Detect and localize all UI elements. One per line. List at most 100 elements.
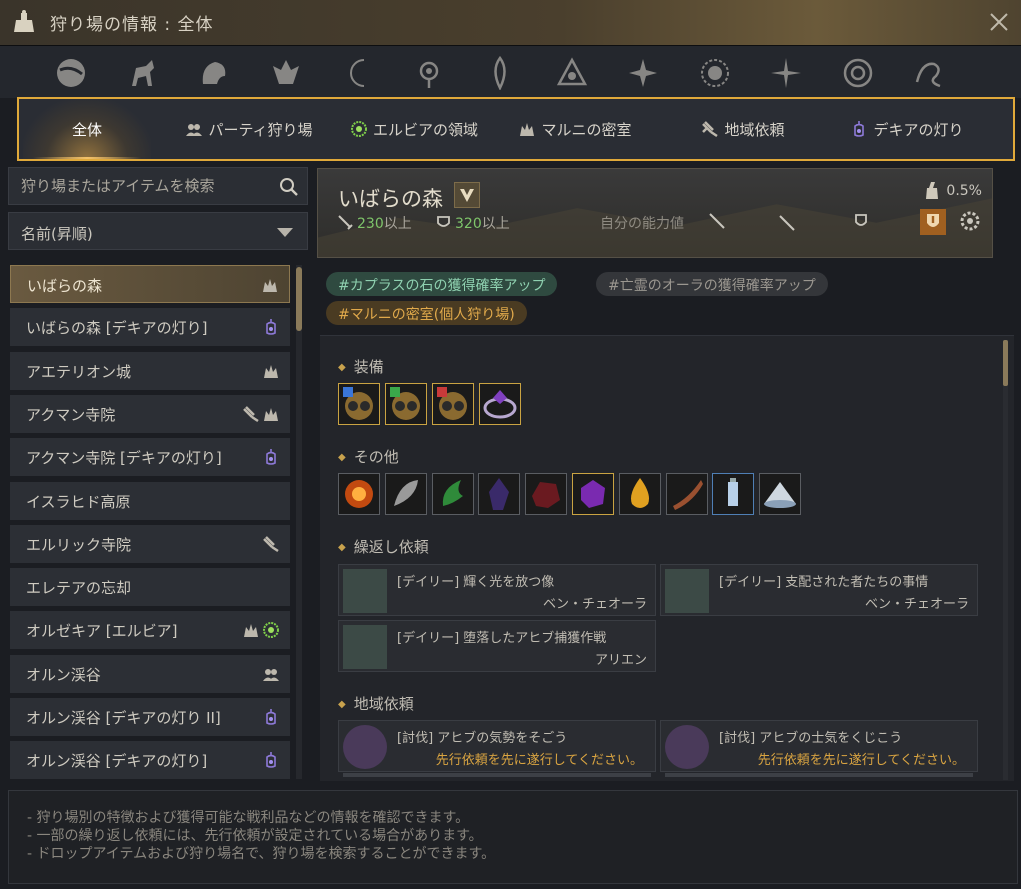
quest-title: [討伐] アヒブの気勢をそごう (397, 731, 568, 746)
sun-icon[interactable] (698, 56, 732, 90)
purple-ring-icon[interactable] (479, 383, 521, 425)
item-type-icons (242, 621, 280, 639)
eagle-crest-icon[interactable] (269, 56, 303, 90)
silver-feather-icon (393, 480, 418, 506)
warning-shield-icon[interactable] (920, 209, 946, 235)
pouch-icon (14, 10, 34, 32)
shield-icon (855, 214, 867, 226)
close-icon[interactable] (987, 10, 1011, 34)
hunting-ground-item[interactable]: オルゼキア [エルビア] (10, 611, 290, 650)
quest-scene-thumbnail (665, 569, 709, 613)
tab-party-hunting[interactable]: パーティ狩り場 (169, 99, 329, 159)
hunting-ground-item-label: イスラヒド高原 (26, 492, 131, 511)
bronze-horn-icon[interactable] (665, 473, 708, 515)
green-claw-icon[interactable] (431, 473, 474, 515)
hunting-ground-item-label: オルン渓谷 (26, 665, 101, 684)
horse-icon[interactable] (126, 56, 160, 90)
compass-star-icon[interactable] (769, 56, 803, 90)
quest-npc: アリエン (594, 653, 647, 668)
marni-icon (264, 364, 278, 378)
lamp-icon (266, 449, 276, 465)
gear-icon[interactable] (958, 209, 982, 233)
planet-icon[interactable] (54, 56, 88, 90)
quest-npc: ベン・チェオーラ (864, 597, 969, 612)
crescent-moon-icon[interactable] (340, 56, 374, 90)
scroll-flourish-icon[interactable] (912, 56, 946, 90)
content-scrollbar[interactable] (1003, 340, 1008, 780)
purple-stone-icon[interactable] (572, 473, 614, 515)
marni-icon (520, 123, 535, 136)
hunting-ground-item[interactable]: エルリック寺院 (10, 524, 290, 563)
hunting-ground-item-label: エルリック寺院 (26, 535, 132, 554)
hunting-ground-item-label: オルン渓谷 [デキアの灯り II] (26, 709, 221, 727)
elixir-vial-icon[interactable] (712, 473, 755, 515)
hunting-ground-item[interactable]: いばらの森 (10, 265, 290, 303)
sort-dropdown[interactable]: 名前(昇順) (8, 212, 308, 250)
loot-bag-icon (926, 182, 938, 199)
flame-crest-icon[interactable] (483, 56, 517, 90)
lamp-icon (266, 752, 276, 769)
quest-title: [デイリー] 輝く光を放つ像 (397, 575, 555, 590)
hunting-ground-item[interactable]: オルン渓谷 (10, 654, 290, 693)
region-quest-card[interactable]: [討伐] アヒブの気勢をそごう 先行依頼を先に遂行してください。 (338, 720, 656, 777)
star-burst-icon[interactable] (626, 56, 660, 90)
search-icon[interactable] (279, 177, 299, 197)
hunting-ground-item[interactable]: アクマン寺院 [デキアの灯り] (10, 438, 290, 477)
tab-elvia[interactable]: エルビアの領域 (339, 99, 489, 159)
golden-drop-icon[interactable] (618, 473, 661, 515)
sort-label: 名前(昇順) (21, 225, 93, 243)
blue-gem-earring-icon[interactable] (338, 383, 380, 425)
marni-icon (263, 279, 277, 292)
green-gem-earring-icon[interactable] (385, 383, 427, 425)
hunting-ground-item[interactable]: エレテアの忘却 (10, 568, 290, 607)
beast-head-icon[interactable] (197, 56, 231, 90)
search-input[interactable] (9, 168, 269, 204)
tab-region-quest[interactable]: 地域依頼 (683, 99, 803, 159)
tab-all[interactable]: 全体 (23, 99, 151, 159)
item-type-icons (262, 318, 280, 336)
red-gem-earring-icon[interactable] (432, 383, 474, 425)
triangle-ring-icon[interactable] (555, 56, 589, 90)
repeat-quest-card[interactable]: [デイリー] 輝く光を放つ像 ベン・チェオーラ (338, 564, 656, 616)
region-quest-card[interactable]: [討伐] アヒブの士気をくじこう 先行依頼を先に遂行してください。 (660, 720, 978, 777)
window-title: 狩り場の情報 : 全体 (50, 15, 214, 35)
tent-icon[interactable] (759, 473, 802, 515)
search-box (8, 167, 308, 205)
item-type-icons (242, 405, 280, 423)
hunting-ground-item-label: いばらの森 [デキアの灯り] (26, 319, 208, 338)
dp-requirement: 320以上 (436, 213, 510, 233)
tab-dekia-lamp[interactable]: デキアの灯り (837, 99, 977, 159)
tab-marni[interactable]: マルニの密室 (505, 99, 645, 159)
purple-stone-icon (581, 480, 605, 508)
hunting-ground-item-label: オルゼキア [エルビア] (26, 622, 178, 641)
list-scrollbar[interactable] (296, 265, 302, 779)
hunting-ground-item[interactable]: イスラヒド高原 (10, 481, 290, 520)
hunting-ground-item[interactable]: オルン渓谷 [デキアの灯り] (10, 741, 290, 779)
quest-icon (702, 121, 719, 138)
ground-select-button[interactable] (454, 182, 480, 208)
dark-crystal-icon[interactable] (478, 473, 521, 515)
footer-line: - 狩り場別の特徴および獲得可能な戦利品などの情報を確認できます。 (27, 810, 470, 826)
tag-caphras-stone: #カプラスの石の獲得確率アップ (326, 272, 558, 296)
item-type-icons (262, 535, 280, 553)
repeat-quest-card[interactable]: [デイリー] 堕落したアヒブ捕獲作戦 アリエン (338, 620, 656, 672)
repeat-quest-card[interactable]: [デイリー] 支配された者たちの事情 ベン・チェオーラ (660, 564, 978, 616)
dark-crystal-icon (489, 478, 510, 510)
hunting-ground-item[interactable]: いばらの森 [デキアの灯り] (10, 308, 290, 347)
hunting-ground-item[interactable]: オルン渓谷 [デキアの灯り II] (10, 698, 290, 736)
hunting-ground-item[interactable]: アクマン寺院 (10, 394, 290, 433)
eye-crest-icon[interactable] (412, 56, 446, 90)
shield-icon (437, 216, 450, 227)
fire-burst-icon[interactable] (338, 473, 380, 515)
hunting-ground-item-label: オルン渓谷 [デキアの灯り] (26, 752, 208, 771)
list-scrollbar-thumb[interactable] (296, 267, 302, 331)
content-scrollbar-thumb[interactable] (1003, 340, 1008, 386)
round-crest-icon[interactable] (841, 56, 875, 90)
silver-feather-icon[interactable] (384, 473, 427, 515)
quest-scene-thumbnail (343, 569, 387, 613)
quest-progress-bar (665, 773, 973, 777)
red-ore-icon[interactable] (525, 473, 568, 515)
ap-value: 230 (357, 216, 384, 232)
item-type-icons (262, 448, 280, 466)
hunting-ground-item[interactable]: アエテリオン城 (10, 351, 290, 390)
